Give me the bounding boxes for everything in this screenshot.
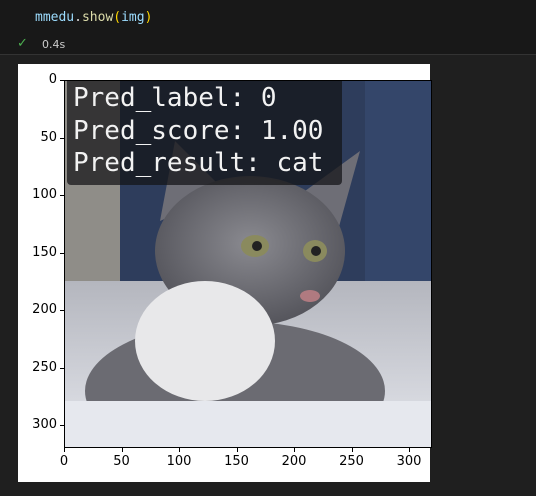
x-tick-label: 200 <box>281 454 307 469</box>
y-tick-mark <box>60 367 64 369</box>
code-dot: . <box>74 10 82 25</box>
x-tick-label: 100 <box>166 454 192 469</box>
x-tick-mark <box>64 448 65 452</box>
x-tick-mark <box>179 448 180 452</box>
code-cell[interactable]: mmedu.show(img) ✓ 0.4s <box>0 0 536 55</box>
y-tick-label: 300 <box>32 417 57 432</box>
code-object: mmedu <box>35 10 75 25</box>
code-function: show <box>81 10 114 25</box>
pred-result-text: Pred_result: cat <box>73 148 324 178</box>
output-figure: Pred_label: 0 Pred_score: 1.00 Pred_resu… <box>18 64 432 482</box>
check-icon: ✓ <box>17 36 28 51</box>
pred-label-text: Pred_label: 0 <box>73 83 277 113</box>
image-axes: Pred_label: 0 Pred_score: 1.00 Pred_resu… <box>64 80 432 448</box>
y-tick-mark <box>60 310 64 311</box>
y-tick-mark <box>60 195 64 196</box>
y-tick-mark <box>60 252 64 254</box>
x-tick-mark <box>236 448 238 452</box>
x-tick-label: 0 <box>59 454 69 469</box>
x-tick-label: 50 <box>113 454 130 469</box>
x-tick-mark <box>351 448 353 452</box>
code-paren-close: ) <box>144 10 153 25</box>
y-tick-mark <box>60 80 64 81</box>
x-tick-label: 150 <box>224 454 249 469</box>
execution-time: 0.4s <box>42 38 66 51</box>
y-tick-label: 200 <box>32 302 57 317</box>
y-tick-mark <box>60 137 64 139</box>
code-line[interactable]: mmedu.show(img) <box>35 10 152 25</box>
y-tick-label: 100 <box>32 187 57 202</box>
y-tick-label: 250 <box>32 359 57 375</box>
y-tick-label: 0 <box>48 72 57 87</box>
y-tick-mark <box>60 425 64 426</box>
x-tick-label: 250 <box>339 454 364 469</box>
y-tick-label: 50 <box>40 129 57 145</box>
pred-score-text: Pred_score: 1.00 <box>73 116 324 146</box>
y-tick-label: 150 <box>32 244 57 260</box>
prediction-overlay: Pred_label: 0 Pred_score: 1.00 Pred_resu… <box>67 81 342 185</box>
x-tick-mark <box>409 448 410 452</box>
code-paren-open: ( <box>113 10 122 25</box>
x-tick-mark <box>121 448 123 452</box>
x-tick-label: 300 <box>396 454 422 469</box>
code-argument: img <box>121 10 145 25</box>
x-tick-mark <box>294 448 295 452</box>
